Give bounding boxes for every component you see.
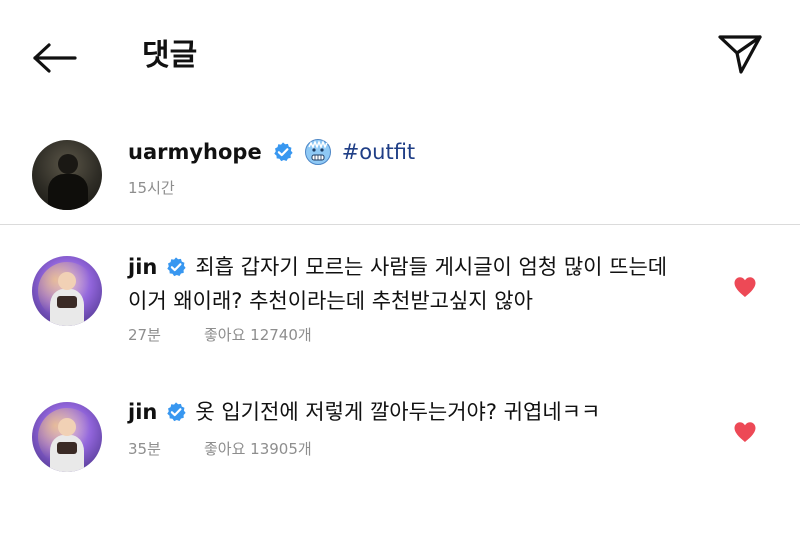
comment-avatar[interactable] <box>32 402 102 472</box>
back-button[interactable] <box>28 36 80 80</box>
comment-username[interactable]: jin <box>128 398 157 426</box>
comment-avatar[interactable] <box>32 256 102 326</box>
cold-face-emoji <box>304 139 331 165</box>
post-author-avatar[interactable] <box>32 140 102 210</box>
avatar-cake-shape <box>57 296 77 308</box>
avatar-face-shape <box>58 272 76 290</box>
heart-icon <box>734 422 756 442</box>
comment-text-line: 죄흡 갑자기 모르는 사람들 게시글이 엄청 많이 뜨는데 <box>195 255 668 279</box>
verified-badge-icon <box>273 142 293 162</box>
comment-text-line: 옷 입기전에 저렇게 깔아두는거야? 귀엽네ㅋㅋ <box>195 400 601 424</box>
arrow-left-icon <box>33 43 77 73</box>
comment-first-line: jin 옷 입기전에 저렇게 깔아두는거야? 귀엽네ㅋㅋ <box>128 395 708 429</box>
heart-icon <box>734 277 756 297</box>
comment-timestamp: 35분 <box>128 440 161 458</box>
paper-plane-icon <box>718 35 762 74</box>
avatar-cake-shape <box>57 442 77 454</box>
comment-first-line: jin 죄흡 갑자기 모르는 사람들 게시글이 엄청 많이 뜨는데 <box>128 250 708 284</box>
avatar-head-shape <box>58 154 78 174</box>
caption-divider <box>0 224 800 225</box>
comment-likes-count[interactable]: 좋아요 13905개 <box>204 439 312 459</box>
comment-timestamp: 27분 <box>128 326 161 344</box>
page-title: 댓글 <box>142 38 198 73</box>
comment-body: jin 죄흡 갑자기 모르는 사람들 게시글이 엄청 많이 뜨는데 이거 왜이래… <box>128 250 708 318</box>
verified-badge-icon <box>167 402 186 422</box>
comment-body: jin 옷 입기전에 저렇게 깔아두는거야? 귀엽네ㅋㅋ <box>128 395 708 429</box>
post-caption-line: uarmyhope #outfit <box>128 138 415 166</box>
comment-likes-count[interactable]: 좋아요 12740개 <box>204 325 312 345</box>
avatar-body-shape <box>48 174 88 210</box>
post-username[interactable]: uarmyhope <box>128 138 262 166</box>
comment-text-line: 이거 왜이래? 추천이라는데 추천받고싶지 않아 <box>128 289 533 313</box>
verified-badge-icon <box>167 257 186 277</box>
share-button[interactable] <box>712 28 768 80</box>
comment-username[interactable]: jin <box>128 253 157 281</box>
post-timestamp: 15시간 <box>128 179 175 197</box>
post-hashtag-link[interactable]: #outfit <box>342 138 415 166</box>
like-button[interactable] <box>730 417 760 447</box>
like-button[interactable] <box>730 272 760 302</box>
avatar-face-shape <box>58 418 76 436</box>
